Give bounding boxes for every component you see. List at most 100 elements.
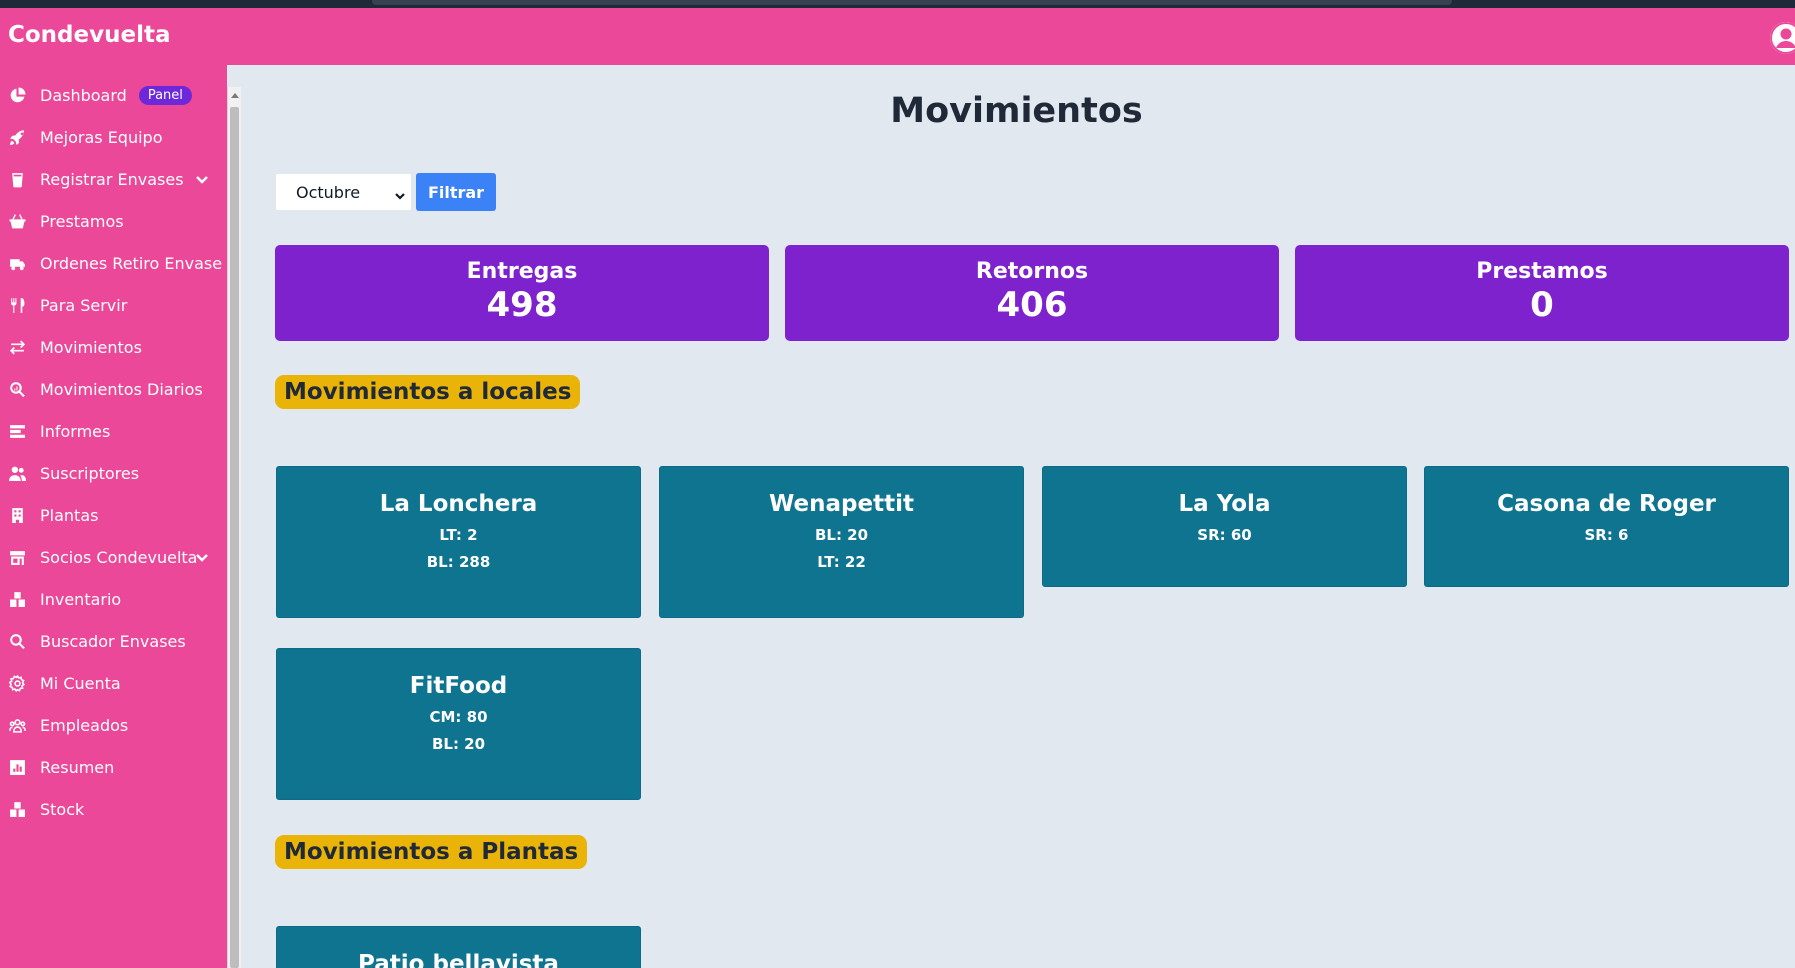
sidebar-item-label: Prestamos: [40, 211, 124, 231]
top-navbar: Condevuelta: [0, 8, 1795, 65]
sidebar-item-ordenes-retiro-envase[interactable]: Ordenes Retiro Envase: [0, 243, 227, 283]
sidebar-item-registrar-envases[interactable]: Registrar Envases: [0, 159, 227, 199]
browser-top-strip: [0, 0, 1795, 8]
team-icon: [8, 716, 26, 734]
stat-value: 406: [996, 285, 1068, 325]
local-count: SR: 60: [1197, 526, 1252, 544]
local-card-fitfood[interactable]: FitFood CM: 80 BL: 20: [276, 648, 641, 800]
sidebar-item-stock[interactable]: Stock: [0, 789, 227, 829]
page-title: Movimientos: [890, 91, 1143, 131]
sidebar-item-label: Socios Condevuelta: [40, 547, 198, 567]
sidebar-item-mejoras-equipo[interactable]: Mejoras Equipo: [0, 117, 227, 157]
main-content: Movimientos Octubre Filtrar Entregas 498…: [244, 65, 1795, 968]
sidebar-scrollbar[interactable]: [227, 87, 241, 968]
report-icon: [8, 422, 26, 440]
local-name: Wenapettit: [769, 491, 914, 517]
utensils-icon: [8, 296, 26, 314]
sidebar-item-para-servir[interactable]: Para Servir: [0, 285, 227, 325]
sidebar-item-label: Empleados: [40, 715, 129, 735]
scroll-up-arrow-icon[interactable]: [231, 93, 239, 98]
stat-value: 498: [486, 285, 558, 325]
chevron-down-icon[interactable]: [194, 171, 210, 187]
brand-title[interactable]: Condevuelta: [8, 22, 170, 48]
arrows-exchange-icon: [8, 338, 26, 356]
store-icon: [8, 548, 26, 566]
local-count: LT: 2: [439, 526, 478, 544]
local-count: BL: 20: [814, 526, 869, 544]
local-name: La Yola: [1178, 491, 1271, 517]
sidebar-item-label: Mejoras Equipo: [40, 127, 163, 147]
local-name: La Lonchera: [379, 491, 538, 517]
sidebar-item-label: Ordenes Retiro Envase: [40, 253, 223, 273]
stat-label: Prestamos: [1476, 259, 1608, 284]
sidebar-item-buscador-envases[interactable]: Buscador Envases: [0, 621, 227, 661]
panel-badge: Panel: [138, 85, 192, 105]
sidebar-item-prestamos[interactable]: Prestamos: [0, 201, 227, 241]
sidebar-item-inventario[interactable]: Inventario: [0, 579, 227, 619]
chevron-down-icon: [394, 187, 406, 200]
stat-card-entregas: Entregas 498: [275, 245, 769, 341]
stat-label: Entregas: [466, 259, 578, 284]
container-icon: [8, 170, 26, 188]
stat-value: 0: [1530, 285, 1554, 325]
month-select[interactable]: Octubre: [275, 173, 412, 211]
gear-icon: [8, 674, 26, 692]
local-count: SR: 6: [1584, 526, 1629, 544]
local-card-casona-de-roger[interactable]: Casona de Roger SR: 6: [1424, 466, 1789, 587]
sidebar-item-movimientos-diarios[interactable]: Movimientos Diarios: [0, 369, 227, 409]
sidebar-item-label: Inventario: [40, 589, 122, 609]
sidebar-item-label: Informes: [40, 421, 111, 441]
sidebar-item-label: Buscador Envases: [40, 631, 186, 651]
sidebar-item-label: Stock: [40, 799, 85, 819]
user-avatar-icon[interactable]: [1770, 22, 1795, 54]
stat-card-retornos: Retornos 406: [785, 245, 1279, 341]
local-count: BL: 20: [431, 735, 486, 753]
sidebar-item-label: Para Servir: [40, 295, 128, 315]
sidebar-item-plantas[interactable]: Plantas: [0, 495, 227, 535]
boxes-icon: [8, 800, 26, 818]
local-count: CM: 80: [429, 708, 488, 726]
sidebar-item-label: Plantas: [40, 505, 99, 525]
month-select-value: Octubre: [296, 182, 361, 202]
scrollbar-thumb[interactable]: [230, 107, 239, 968]
local-card-wenapettit[interactable]: Wenapettit BL: 20 LT: 22: [659, 466, 1024, 618]
sidebar-item-label: Movimientos Diarios: [40, 379, 203, 399]
sidebar-item-resumen[interactable]: Resumen: [0, 747, 227, 787]
rocket-icon: [8, 128, 26, 146]
sidebar-item-label: Dashboard: [40, 85, 127, 105]
sidebar-item-suscriptores[interactable]: Suscriptores: [0, 453, 227, 493]
sidebar-item-label: Movimientos: [40, 337, 142, 357]
filter-button[interactable]: Filtrar: [416, 173, 496, 211]
sidebar-item-empleados[interactable]: Empleados: [0, 705, 227, 745]
sidebar-item-movimientos[interactable]: Movimientos: [0, 327, 227, 367]
square-chart-icon: [8, 758, 26, 776]
browser-tab-bar: [372, 0, 1452, 5]
sidebar-item-mi-cuenta[interactable]: Mi Cuenta: [0, 663, 227, 703]
section-title-locales: Movimientos a locales: [275, 375, 581, 409]
basket-icon: [8, 212, 26, 230]
sidebar-item-label: Mi Cuenta: [40, 673, 121, 693]
sidebar-item-label: Registrar Envases: [40, 169, 184, 189]
stat-label: Retornos: [975, 259, 1089, 284]
sidebar: Dashboard Panel Mejoras Equipo Registrar…: [0, 65, 227, 968]
stat-card-prestamos: Prestamos 0: [1295, 245, 1789, 341]
local-count: LT: 22: [817, 553, 866, 571]
section-title-plantas: Movimientos a Plantas: [275, 835, 588, 869]
local-name: Casona de Roger: [1497, 491, 1716, 517]
boxes-icon: [8, 590, 26, 608]
search-icon: [8, 632, 26, 650]
sidebar-item-label: Suscriptores: [40, 463, 140, 483]
local-card-la-lonchera[interactable]: La Lonchera LT: 2 BL: 288: [276, 466, 641, 618]
local-card-la-yola[interactable]: La Yola SR: 60: [1042, 466, 1407, 587]
sidebar-item-informes[interactable]: Informes: [0, 411, 227, 451]
sidebar-item-socios-condevuelta[interactable]: Socios Condevuelta: [0, 537, 227, 577]
truck-icon: [8, 254, 26, 272]
local-name: FitFood: [409, 673, 508, 699]
sidebar-item-dashboard[interactable]: Dashboard Panel: [0, 75, 227, 115]
planta-card-patio-bellavista[interactable]: Patio bellavista: [276, 926, 641, 968]
users-icon: [8, 464, 26, 482]
chevron-down-icon[interactable]: [194, 549, 210, 565]
building-icon: [8, 506, 26, 524]
sidebar-item-label: Resumen: [40, 757, 115, 777]
planta-name: Patio bellavista: [358, 951, 559, 968]
